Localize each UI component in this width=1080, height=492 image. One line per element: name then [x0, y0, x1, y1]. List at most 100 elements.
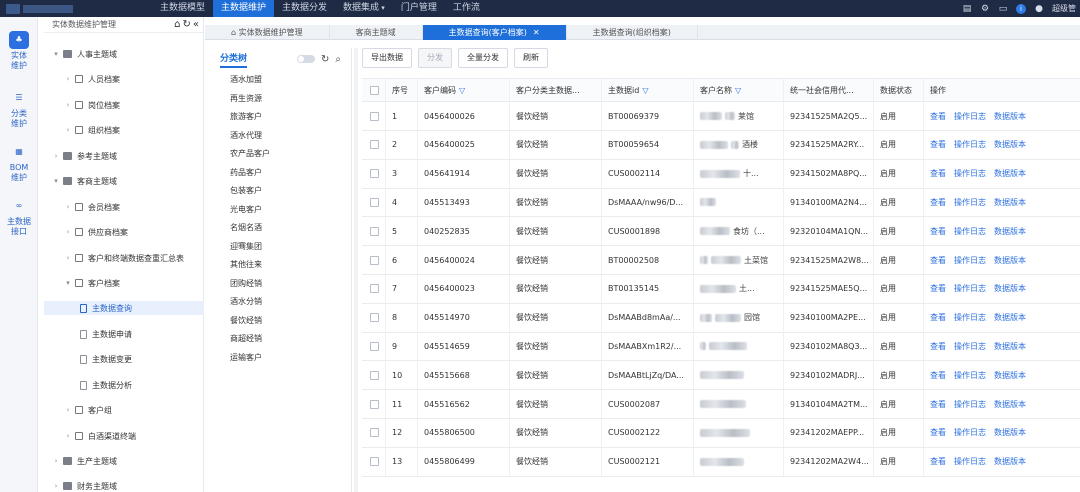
home-icon[interactable]: ⌂ — [174, 19, 180, 30]
rail-entity-maintain[interactable]: ♣ 实体 维护 — [0, 31, 38, 71]
version-link[interactable]: 数据版本 — [994, 456, 1026, 467]
row-checkbox[interactable] — [370, 140, 379, 150]
gear-icon[interactable]: ⚙ — [980, 4, 990, 14]
view-link[interactable]: 查看 — [930, 111, 946, 122]
refresh-button[interactable]: 刷新 — [514, 48, 548, 68]
tree-node[interactable]: ▾ 客户档案 — [44, 276, 204, 290]
version-link[interactable]: 数据版本 — [994, 399, 1026, 410]
view-link[interactable]: 查看 — [930, 226, 946, 237]
log-link[interactable]: 操作日志 — [954, 399, 986, 410]
table-row[interactable]: 10 045515668 餐饮经销 DsMAABtLjZq/DA... 92340102… — [362, 361, 1080, 391]
log-link[interactable]: 操作日志 — [954, 255, 986, 266]
row-checkbox[interactable] — [370, 226, 379, 236]
topnav-portal[interactable]: 门户管理 — [393, 0, 445, 17]
log-link[interactable]: 操作日志 — [954, 197, 986, 208]
log-link[interactable]: 操作日志 — [954, 283, 986, 294]
table-row[interactable]: 1 0456400026 餐饮经销 BT00069379 莱馆 92341525MA2Q5… — [362, 102, 1080, 131]
table-row[interactable]: 4 045513493 餐饮经销 DsMAAA/nw96/D... 91340100MA… — [362, 188, 1080, 218]
version-link[interactable]: 数据版本 — [994, 255, 1026, 266]
category-toggle[interactable] — [297, 55, 316, 63]
distribute-button[interactable]: 分发 — [418, 48, 452, 68]
view-link[interactable]: 查看 — [930, 168, 946, 179]
view-link[interactable]: 查看 — [930, 197, 946, 208]
version-link[interactable]: 数据版本 — [994, 226, 1026, 237]
tree-node[interactable]: › 客户和终端数据查重汇总表 — [44, 251, 204, 265]
table-row[interactable]: 8 045514970 餐饮经销 DsMAABd8mAa/... 园馆 92340100M… — [362, 303, 1080, 333]
info-icon[interactable]: i — [1016, 3, 1026, 14]
col-code[interactable]: 客户编码 ▽ — [418, 79, 510, 101]
tree-node[interactable]: › 供应商档案 — [44, 225, 204, 239]
topnav-maintain[interactable]: 主数据维护 — [213, 0, 275, 17]
filter-icon[interactable]: ▽ — [642, 86, 648, 95]
select-all-checkbox[interactable] — [370, 85, 379, 95]
tree-node[interactable]: › 会员档案 — [44, 200, 204, 214]
table-row[interactable]: 2 0456400025 餐饮经销 BT00059654 酒楼 92341525MA2RY… — [362, 130, 1080, 160]
category-item[interactable]: 餐饮经销 — [230, 315, 262, 327]
version-link[interactable]: 数据版本 — [994, 312, 1026, 323]
tree-node[interactable]: › 参考主题域 — [44, 149, 204, 163]
filter-icon[interactable]: ▽ — [459, 86, 465, 95]
row-checkbox[interactable] — [370, 313, 379, 323]
view-link[interactable]: 查看 — [930, 139, 946, 150]
log-link[interactable]: 操作日志 — [954, 427, 986, 438]
category-item[interactable]: 光电客户 — [230, 204, 262, 216]
col-id[interactable]: 主数据id ▽ — [602, 79, 694, 101]
log-link[interactable]: 操作日志 — [954, 370, 986, 381]
tab-org-query[interactable]: 主数据查询(组织档案) — [567, 25, 698, 40]
category-item[interactable]: 迎骞集团 — [230, 241, 262, 253]
log-link[interactable]: 操作日志 — [954, 312, 986, 323]
row-checkbox[interactable] — [370, 370, 379, 380]
tree-node[interactable]: 主数据变更 — [44, 352, 204, 366]
tree-node[interactable]: 主数据分析 — [44, 378, 204, 392]
full-distribute-button[interactable]: 全量分发 — [458, 48, 508, 68]
category-item[interactable]: 商超经销 — [230, 333, 262, 345]
tab-entity-maintain[interactable]: 实体数据维护管理 — [205, 25, 330, 40]
category-item[interactable]: 运输客户 — [230, 352, 262, 364]
topnav-integration[interactable]: 数据集成 — [335, 0, 393, 17]
tree-node[interactable]: › 岗位档案 — [44, 98, 204, 112]
rail-bom-maintain[interactable]: ▦ BOM 维护 — [0, 143, 38, 183]
log-link[interactable]: 操作日志 — [954, 456, 986, 467]
version-link[interactable]: 数据版本 — [994, 168, 1026, 179]
version-link[interactable]: 数据版本 — [994, 197, 1026, 208]
row-checkbox[interactable] — [370, 111, 379, 121]
rail-category-maintain[interactable]: ☰ 分类 维护 — [0, 89, 38, 129]
close-icon[interactable]: ✕ — [533, 28, 540, 37]
category-item[interactable]: 团购经销 — [230, 278, 262, 290]
tree-node[interactable]: › 白酒渠道终端 — [44, 429, 204, 443]
table-row[interactable]: 11 045516562 餐饮经销 CUS0002087 91340104MA2TM..… — [362, 390, 1080, 419]
view-link[interactable]: 查看 — [930, 370, 946, 381]
topnav-distribute[interactable]: 主数据分发 — [274, 0, 335, 17]
tab-customer-query[interactable]: 主数据查询(客户档案) ✕ — [422, 25, 567, 40]
rail-interface[interactable]: ∞ 主数据 接口 — [0, 197, 38, 237]
category-item[interactable]: 旅游客户 — [230, 111, 262, 123]
log-link[interactable]: 操作日志 — [954, 226, 986, 237]
row-checkbox[interactable] — [370, 255, 379, 265]
search-icon[interactable]: ⌕ — [335, 54, 341, 65]
tree-node[interactable]: › 组织档案 — [44, 123, 204, 137]
category-item[interactable]: 酒水代理 — [230, 130, 262, 142]
view-link[interactable]: 查看 — [930, 255, 946, 266]
category-scrollbar[interactable] — [354, 48, 358, 492]
view-link[interactable]: 查看 — [930, 456, 946, 467]
tree-node[interactable]: 主数据申请 — [44, 327, 204, 341]
message-icon[interactable]: ▭ — [998, 4, 1008, 14]
user-icon[interactable]: ● — [1034, 4, 1044, 14]
chart-icon[interactable]: ▤ — [962, 4, 972, 14]
log-link[interactable]: 操作日志 — [954, 341, 986, 352]
row-checkbox[interactable] — [370, 284, 379, 294]
tree-node[interactable]: ▾ 客商主题域 — [44, 174, 204, 188]
category-item[interactable]: 再生资源 — [230, 93, 262, 105]
user-name[interactable]: 超级管 — [1052, 3, 1076, 14]
category-item[interactable]: 酒水加盟 — [230, 74, 262, 86]
refresh-icon[interactable]: ↻ — [182, 19, 190, 30]
view-link[interactable]: 查看 — [930, 312, 946, 323]
category-item[interactable]: 药品客户 — [230, 167, 262, 179]
table-row[interactable]: 7 0456400023 餐饮经销 BT00135145 土... 92341525MAE… — [362, 274, 1080, 304]
topnav-workflow[interactable]: 工作流 — [445, 0, 488, 17]
table-row[interactable]: 6 0456400024 餐饮经销 BT00002508 土菜馆 92341525MA2W… — [362, 246, 1080, 275]
tree-node[interactable]: › 人员档案 — [44, 72, 204, 86]
refresh-icon[interactable]: ↻ — [321, 54, 329, 65]
view-link[interactable]: 查看 — [930, 283, 946, 294]
row-checkbox[interactable] — [370, 341, 379, 351]
